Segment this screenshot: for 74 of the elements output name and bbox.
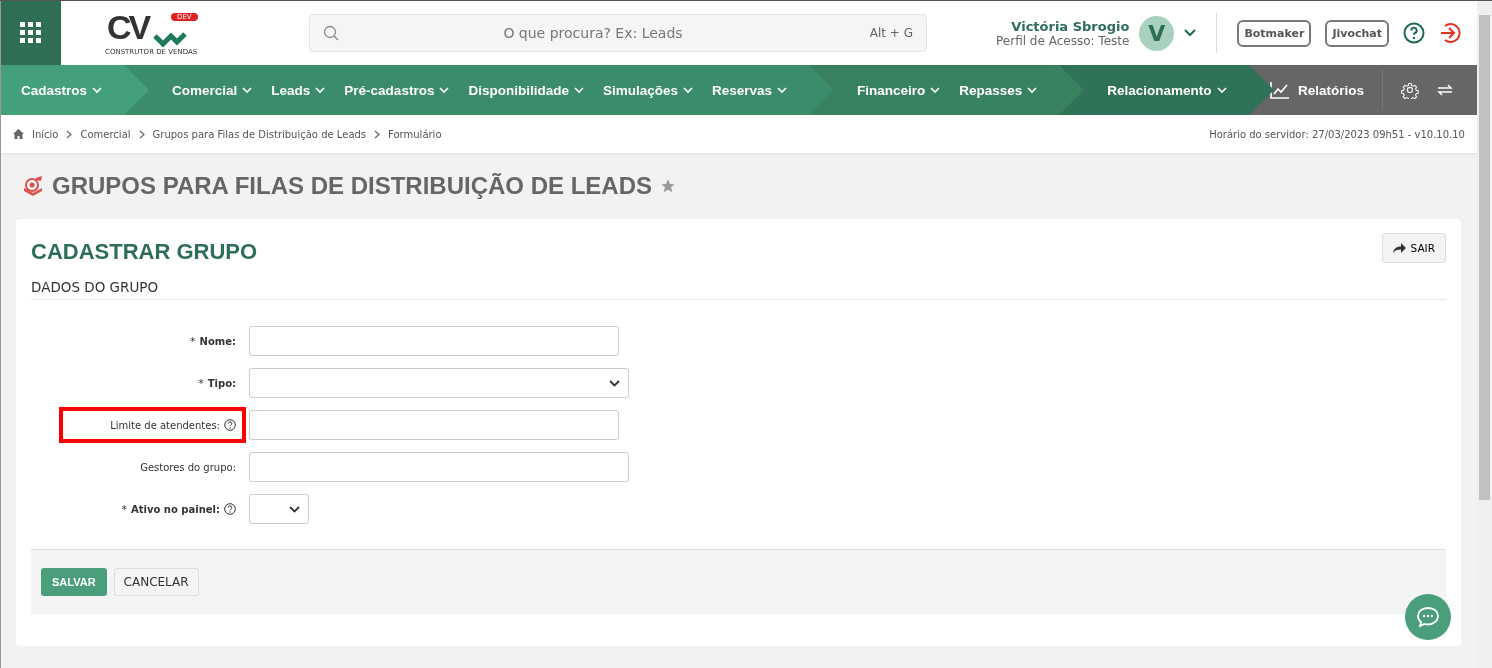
chevron-down-icon: [289, 505, 300, 513]
cancel-button[interactable]: CANCELAR: [113, 568, 199, 596]
required-asterisk: *: [190, 334, 196, 348]
breadcrumb-link[interactable]: Formulário: [388, 128, 442, 140]
swap-arrows-icon[interactable]: [1437, 84, 1453, 96]
user-name: Victória Sbrogio: [1011, 18, 1130, 34]
chevron-right-icon: [374, 129, 381, 139]
help-icon[interactable]: [1403, 22, 1425, 44]
nav-menu-item[interactable]: Disponibilidade: [468, 82, 584, 98]
target-icon: [22, 176, 44, 196]
card-title: CADASTRAR GRUPO: [31, 239, 258, 265]
user-avatar[interactable]: V: [1139, 15, 1175, 51]
field-label: Gestores do grupo:: [140, 461, 236, 473]
chevron-down-icon: [315, 86, 326, 94]
chevron-down-icon: [1027, 86, 1038, 94]
apps-menu-button[interactable]: [1, 1, 61, 65]
text-input-field[interactable]: [249, 326, 619, 356]
field-label: Nome:: [199, 335, 236, 347]
chat-bubble-icon: [1416, 606, 1440, 628]
chevron-right-icon: [66, 129, 73, 139]
dropdown-field[interactable]: [249, 368, 629, 398]
line-chart-icon: [1269, 81, 1290, 99]
save-button[interactable]: SALVAR: [41, 568, 107, 596]
shortcut-hint: Alt + G: [869, 26, 913, 40]
nav-menu-item[interactable]: Simulações: [602, 82, 693, 98]
page-title: GRUPOS PARA FILAS DE DISTRIBUIÇÃO DE LEADS: [52, 172, 653, 200]
nav-menu-item[interactable]: Repasses: [959, 82, 1038, 98]
dropdown-field[interactable]: [249, 494, 309, 524]
help-icon[interactable]: [224, 503, 236, 515]
multi-select-field[interactable]: [249, 452, 629, 482]
logout-icon[interactable]: [1439, 22, 1461, 44]
server-time: Horário do servidor: 27/03/2023 09h51 - v10.10.10: [1209, 128, 1465, 140]
required-asterisk: *: [198, 376, 204, 390]
logo-letters: CV: [107, 8, 149, 47]
nav-menu-item[interactable]: Comercial: [172, 82, 253, 98]
chevron-right-icon: [138, 129, 145, 139]
chevron-down-icon: [930, 86, 941, 94]
scrollbar[interactable]: [1477, 1, 1492, 668]
star-icon[interactable]: [660, 178, 677, 194]
search-icon: [323, 25, 339, 41]
share-arrow-icon: [1392, 243, 1406, 253]
text-input-field[interactable]: [249, 410, 619, 440]
integration-button[interactable]: Botmaker: [1237, 19, 1312, 47]
breadcrumb-link[interactable]: Início: [32, 128, 59, 140]
field-label: Tipo:: [207, 377, 236, 389]
chevron-down-icon: [439, 86, 450, 94]
nav-menu-item[interactable]: Financeiro: [857, 82, 941, 98]
help-icon[interactable]: [224, 419, 236, 431]
required-asterisk: *: [121, 502, 128, 516]
nav-menu-item[interactable]: Leads: [271, 82, 326, 98]
field-label: Limite de atendentes:: [110, 419, 220, 431]
chevron-down-icon: [1216, 86, 1227, 94]
chevron-down-icon: [242, 86, 253, 94]
nav-menu-item[interactable]: Cadastros: [21, 82, 103, 98]
nav-menu-item[interactable]: Reservas: [711, 82, 787, 98]
settings-icon[interactable]: [1401, 81, 1419, 99]
user-profile: Perfil de Acesso: Teste: [996, 33, 1130, 48]
chevron-down-icon[interactable]: [1184, 29, 1197, 37]
field-label: Ativo no painel:: [131, 503, 220, 515]
nav-menu-item[interactable]: Pré-cadastros: [344, 82, 450, 98]
breadcrumb-link[interactable]: Grupos para Filas de Distribuição de Leads: [152, 128, 367, 140]
chevron-down-icon: [609, 379, 620, 387]
grid-icon: [20, 22, 42, 44]
exit-button[interactable]: SAIR: [1381, 233, 1446, 263]
reports-link[interactable]: Relatórios: [1269, 81, 1364, 99]
chevron-down-icon: [682, 86, 693, 94]
chevron-down-icon: [92, 86, 103, 94]
chevron-down-icon: [777, 86, 787, 94]
section-title: DADOS DO GRUPO: [31, 265, 1446, 300]
chevron-down-icon: [573, 86, 584, 94]
integration-button[interactable]: Jivochat: [1325, 19, 1389, 47]
home-icon: [13, 129, 24, 139]
breadcrumb-link[interactable]: Comercial: [80, 128, 131, 140]
nav-menu-item[interactable]: Relacionamento: [1107, 82, 1227, 98]
